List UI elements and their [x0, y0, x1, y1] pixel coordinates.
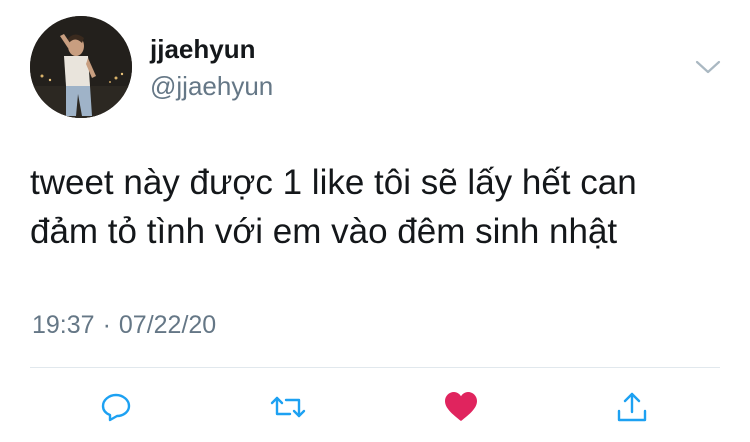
tweet-date: 07/22/20: [118, 311, 217, 339]
tweet-timestamp[interactable]: 19:37 · 07/22/20: [32, 310, 216, 340]
display-name[interactable]: jjaehyun: [150, 34, 255, 64]
chevron-down-icon: [695, 60, 721, 74]
avatar-photo: [30, 16, 132, 118]
tweet-text-line: đảm tỏ tình với em vào đêm sinh nhật: [30, 212, 618, 251]
retweet-icon: [270, 396, 306, 418]
tweet-time: 19:37: [32, 311, 95, 339]
divider: [30, 367, 720, 368]
more-options-button[interactable]: [694, 56, 722, 78]
reply-icon: [101, 393, 131, 422]
retweet-button[interactable]: [268, 385, 308, 429]
user-handle[interactable]: @jjaehyun: [150, 71, 273, 101]
reply-button[interactable]: [96, 385, 136, 429]
avatar[interactable]: [30, 16, 132, 118]
tweet-text-line: tweet này được 1 like tôi sẽ lấy hết can: [30, 163, 637, 202]
share-button[interactable]: [612, 385, 652, 429]
share-icon: [617, 392, 647, 422]
timestamp-separator: ·: [102, 311, 111, 339]
tweet-text: tweet này được 1 like tôi sẽ lấy hết can…: [30, 158, 720, 256]
like-button[interactable]: [441, 385, 481, 429]
heart-icon: [445, 392, 477, 421]
